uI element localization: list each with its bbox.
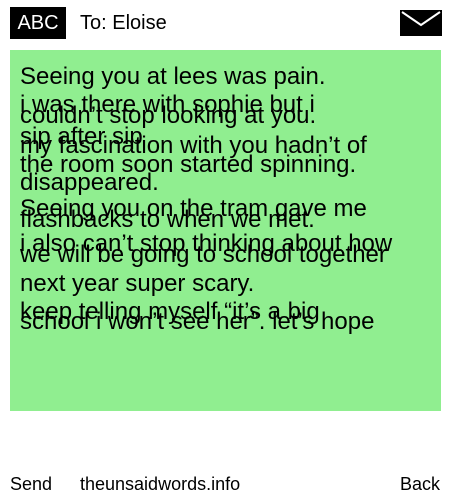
compose-screen: ABC To: Eloise Seeing you at lees was pa… [0,0,450,500]
header-bar: ABC To: Eloise [0,0,450,48]
message-line: we will be going to school together [20,241,387,268]
recipient-label: To: Eloise [80,12,167,34]
site-link[interactable]: theunsaidwords.info [80,473,240,495]
message-line: disappeared. [20,169,159,196]
message-line: next year super scary. [20,270,255,297]
back-button[interactable]: Back [400,473,440,495]
envelope-icon[interactable] [400,10,442,36]
message-line: Seeing you at lees was pain. [20,63,326,90]
message-line: school i won’t see her”. let’s hope [20,308,375,335]
keyboard-mode-button[interactable]: ABC [10,7,66,39]
send-button[interactable]: Send [10,473,52,495]
message-area[interactable]: Seeing you at lees was pain. i was there… [10,50,441,411]
